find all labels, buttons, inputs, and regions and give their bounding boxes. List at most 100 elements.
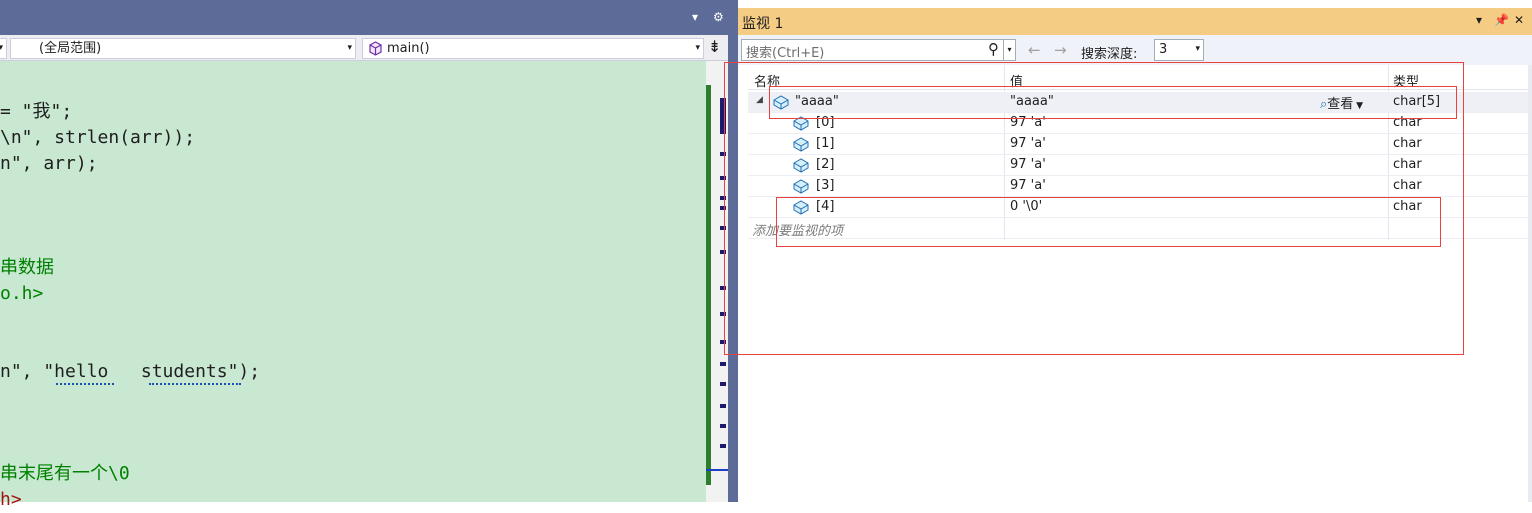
row-type: char — [1393, 178, 1422, 193]
cube-icon — [369, 41, 382, 56]
scroll-marker — [720, 312, 726, 316]
split-icon[interactable]: ⇟ — [708, 37, 721, 56]
watch-title: 监视 1 — [742, 16, 784, 32]
gear-icon[interactable]: ⚙ — [713, 10, 724, 24]
row-value: 97 'a' — [1010, 115, 1046, 130]
row-name: [2] — [816, 157, 835, 172]
view-label: 查看 — [1327, 97, 1354, 112]
forward-arrow-icon[interactable]: → — [1054, 41, 1067, 59]
search-depth-label: 搜索深度: — [1081, 47, 1138, 62]
project-combo[interactable]: ▾ — [0, 38, 7, 59]
scroll-marker — [720, 444, 726, 448]
scope-combo-value: (全局范围) — [39, 41, 102, 56]
caret-position-marker — [706, 469, 728, 471]
code-line: 串数据 — [0, 257, 54, 278]
dropdown-arrow-icon[interactable]: ▾ — [1476, 13, 1482, 27]
code-line: o.h> — [0, 283, 44, 304]
row-name: [0] — [816, 115, 835, 130]
cube-icon — [793, 116, 809, 131]
row-type: char — [1393, 115, 1422, 130]
watch-window: 监视 1 ▾ 📌 ✕ 搜索(Ctrl+E) ⚲ ▾ ← → 搜索深度: 3 ▾ … — [724, 0, 1532, 502]
search-icon[interactable]: ⚲ — [988, 40, 999, 58]
search-depth-value: 3 — [1159, 42, 1168, 57]
scroll-marker — [720, 424, 726, 428]
cube-icon — [793, 179, 809, 194]
chevron-down-icon: ▾ — [1195, 44, 1200, 54]
scope-combo[interactable]: (全局范围) ▾ — [10, 38, 356, 59]
row-value: 0 '\0' — [1010, 199, 1043, 214]
function-combo-value: main() — [387, 41, 430, 56]
cube-icon — [793, 158, 809, 173]
cube-icon — [773, 95, 789, 110]
scroll-marker — [720, 382, 726, 386]
scroll-marker — [720, 340, 726, 344]
table-row[interactable]: [3] 97 'a' char — [748, 176, 1532, 197]
row-type: char[5] — [1393, 94, 1441, 109]
code-line: n", arr); — [0, 153, 98, 174]
table-row[interactable]: [0] 97 'a' char — [748, 113, 1532, 134]
grid-header: 名称 值 类型 — [748, 68, 1532, 90]
watch-scrollbar[interactable] — [1528, 65, 1532, 502]
code-area[interactable]: = "我"; \n", strlen(arr)); n", arr); 串数据 … — [0, 61, 706, 510]
spell-squiggle — [149, 381, 241, 385]
row-value: 97 'a' — [1010, 178, 1046, 193]
change-tracking-bar — [706, 85, 711, 485]
window-splitter[interactable] — [728, 0, 738, 502]
code-line: \n", strlen(arr)); — [0, 127, 196, 148]
row-name: [1] — [816, 136, 835, 151]
scroll-marker — [720, 196, 726, 200]
close-icon[interactable]: ✕ — [1514, 13, 1524, 27]
scroll-marker — [720, 98, 726, 134]
table-row[interactable]: ◢ "aaaa" "aaaa" ⌕查看 ▼ char[5] — [748, 92, 1532, 113]
search-placeholder: 搜索(Ctrl+E) — [746, 46, 825, 61]
scroll-marker — [720, 250, 726, 254]
scroll-marker — [720, 176, 726, 180]
column-header-type[interactable]: 类型 — [1393, 71, 1419, 90]
watch-toolbar: 搜索(Ctrl+E) ⚲ ▾ ← → 搜索深度: 3 ▾ — [738, 35, 1532, 65]
back-arrow-icon[interactable]: ← — [1028, 41, 1041, 59]
row-value: "aaaa" — [1010, 94, 1054, 109]
code-line: = "我"; — [0, 101, 73, 122]
search-input[interactable]: 搜索(Ctrl+E) ⚲ — [741, 39, 1004, 61]
scroll-marker — [720, 286, 726, 290]
row-name: [3] — [816, 178, 835, 193]
row-name: "aaaa" — [795, 94, 839, 109]
spell-squiggle — [56, 381, 114, 385]
column-header-value[interactable]: 值 — [1010, 71, 1023, 90]
table-row[interactable]: [1] 97 'a' char — [748, 134, 1532, 155]
code-line: 串末尾有一个\0 — [0, 463, 130, 484]
chevron-down-icon: ▾ — [695, 43, 700, 53]
row-value: 97 'a' — [1010, 136, 1046, 151]
row-value: 97 'a' — [1010, 157, 1046, 172]
row-type: char — [1393, 157, 1422, 172]
scroll-marker — [720, 206, 726, 210]
search-options-dropdown[interactable]: ▾ — [1004, 39, 1016, 61]
code-line: h> — [0, 489, 22, 510]
view-button[interactable]: ⌕查看 ▼ — [1320, 93, 1363, 112]
scroll-marker — [720, 152, 726, 156]
column-header-name[interactable]: 名称 — [754, 71, 780, 90]
scroll-marker — [720, 362, 726, 366]
watch-titlebar: 监视 1 ▾ 📌 ✕ — [738, 8, 1532, 35]
dropdown-arrow-icon[interactable]: ▾ — [692, 10, 698, 24]
scroll-marker — [720, 226, 726, 230]
scroll-marker — [720, 404, 726, 408]
table-row[interactable]: [4] 0 '\0' char — [748, 197, 1532, 218]
watch-grid: 名称 值 类型 ◢ "aaaa" "aaaa" ⌕查看 ▼ char[5] [0… — [748, 65, 1532, 502]
function-combo[interactable]: main() ▾ — [362, 38, 704, 59]
table-row[interactable]: [2] 97 'a' char — [748, 155, 1532, 176]
add-watch-row[interactable]: 添加要监视的项 — [748, 218, 1532, 239]
search-depth-combo[interactable]: 3 ▾ — [1154, 39, 1204, 61]
row-type: char — [1393, 136, 1422, 151]
code-editor: ▾ ⚙ ▾ (全局范围) ▾ main() ▾ ⇟ = "我"; \n", st… — [0, 0, 738, 510]
chevron-down-icon: ▾ — [347, 43, 352, 53]
expand-triangle-icon[interactable]: ◢ — [756, 95, 763, 105]
cube-icon — [793, 200, 809, 215]
cube-icon — [793, 137, 809, 152]
pin-icon[interactable]: 📌 — [1494, 13, 1509, 27]
editor-titlebar: ▾ ⚙ — [0, 0, 738, 35]
row-name: [4] — [816, 199, 835, 214]
row-type: char — [1393, 199, 1422, 214]
editor-navigation-bar: ▾ (全局范围) ▾ main() ▾ ⇟ — [0, 35, 738, 61]
add-watch-placeholder[interactable]: 添加要监视的项 — [752, 220, 843, 239]
